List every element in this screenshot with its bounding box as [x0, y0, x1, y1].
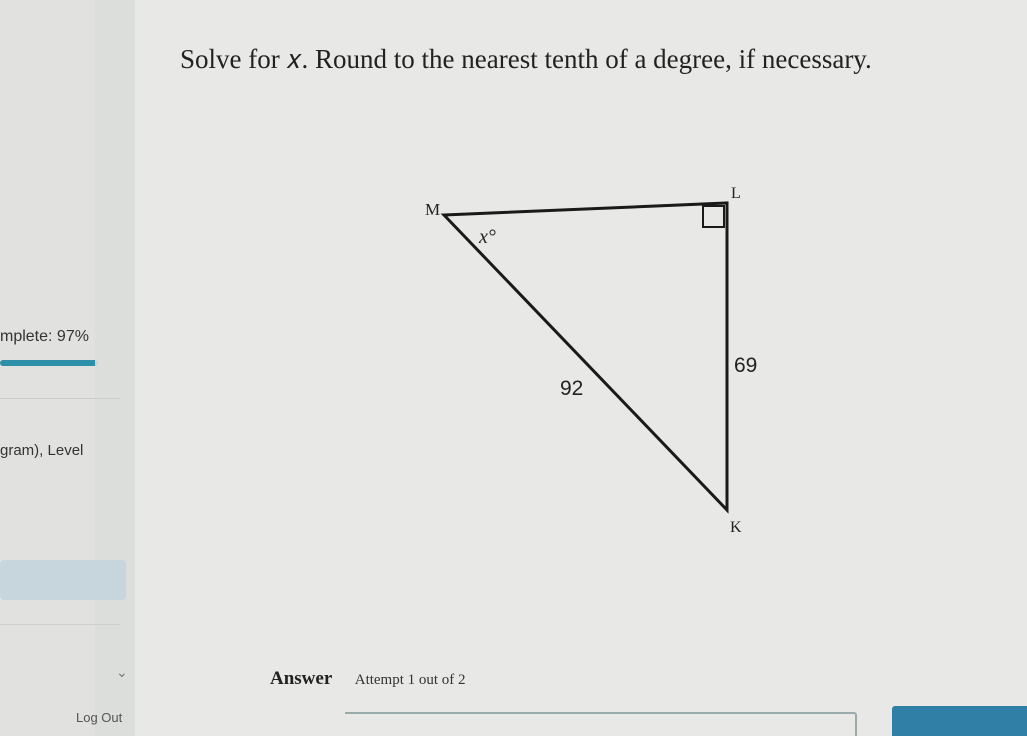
main-content [135, 0, 1027, 736]
question-text: Solve for 𝑥. Round to the nearest tenth … [180, 44, 872, 74]
sidebar: mplete: 97% gram), Level ⌄ Log Out [0, 0, 135, 736]
answer-input[interactable] [345, 712, 857, 736]
sidebar-edge [95, 0, 135, 736]
progress-label: mplete: 97% [0, 328, 89, 345]
progress-bar [0, 360, 98, 366]
progress-bar-fill [0, 360, 96, 366]
sidebar-button[interactable] [0, 560, 126, 600]
sidebar-divider-lower [0, 624, 120, 625]
answer-header: Answer Attempt 1 out of 2 [270, 668, 466, 690]
attempt-counter: Attempt 1 out of 2 [354, 672, 466, 688]
program-level-label: gram), Level [0, 442, 84, 459]
sidebar-divider [0, 398, 120, 399]
app-window: mplete: 97% gram), Level ⌄ Log Out Solve… [0, 0, 1027, 736]
chevron-down-icon[interactable]: ⌄ [116, 664, 128, 681]
submit-button[interactable] [892, 706, 1027, 736]
logout-link[interactable]: Log Out [76, 710, 122, 725]
answer-title: Answer [270, 668, 333, 689]
